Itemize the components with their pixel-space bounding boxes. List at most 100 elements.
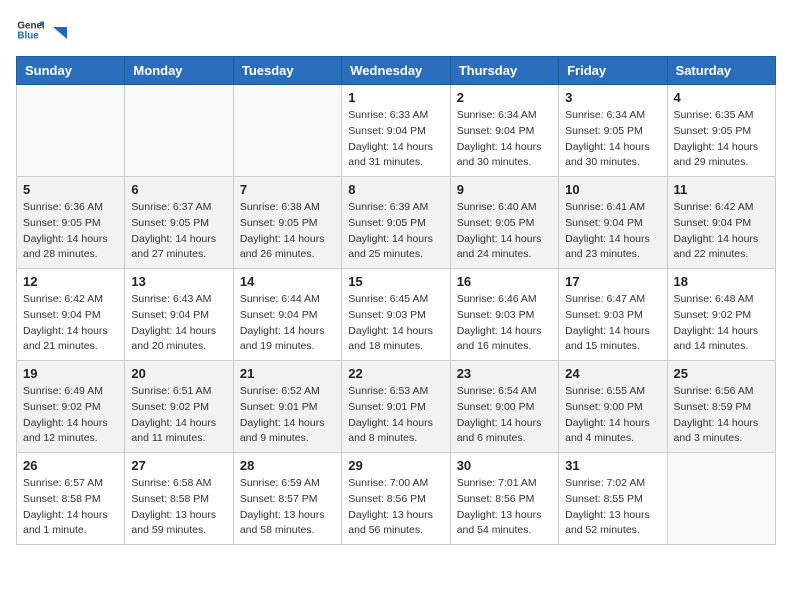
day-of-week-header: Tuesday	[233, 57, 341, 85]
calendar-day-cell: 24 Sunrise: 6:55 AM Sunset: 9:00 PM Dayli…	[559, 361, 667, 453]
calendar-day-cell: 9 Sunrise: 6:40 AM Sunset: 9:05 PM Daylig…	[450, 177, 558, 269]
day-info: Sunrise: 6:38 AM Sunset: 9:05 PM Dayligh…	[240, 200, 335, 263]
day-info: Sunrise: 6:37 AM Sunset: 9:05 PM Dayligh…	[131, 200, 226, 263]
calendar-day-cell: 17 Sunrise: 6:47 AM Sunset: 9:03 PM Dayli…	[559, 269, 667, 361]
day-of-week-header: Sunday	[17, 57, 125, 85]
calendar-day-cell: 23Sunrise: 6:54 AM Sunset: 9:00 PM Dayli…	[450, 361, 558, 453]
day-number: 12	[23, 274, 118, 289]
day-number: 6	[131, 182, 226, 197]
calendar-day-cell: 16 Sunrise: 6:46 AM Sunset: 9:03 PM Dayli…	[450, 269, 558, 361]
calendar-day-cell: 11 Sunrise: 6:42 AM Sunset: 9:04 PM Dayli…	[667, 177, 775, 269]
calendar-header-row: SundayMondayTuesdayWednesdayThursdayFrid…	[17, 57, 776, 85]
calendar-day-cell: 25 Sunrise: 6:56 AM Sunset: 8:59 PM Dayli…	[667, 361, 775, 453]
day-info: Sunrise: 6:47 AM Sunset: 9:03 PM Dayligh…	[565, 292, 660, 355]
calendar-day-cell: 20 Sunrise: 6:51 AM Sunset: 9:02 PM Dayli…	[125, 361, 233, 453]
svg-text:Blue: Blue	[17, 30, 39, 41]
day-info: Sunrise: 6:52 AM Sunset: 9:01 PM Dayligh…	[240, 384, 335, 447]
calendar-day-cell: 29 Sunrise: 7:00 AM Sunset: 8:56 PM Dayli…	[342, 453, 450, 545]
day-info: Sunrise: 6:46 AM Sunset: 9:03 PM Dayligh…	[457, 292, 552, 355]
calendar-day-cell: 28 Sunrise: 6:59 AM Sunset: 8:57 PM Dayli…	[233, 453, 341, 545]
day-info: Sunrise: 6:59 AM Sunset: 8:57 PM Dayligh…	[240, 476, 335, 539]
day-info: Sunrise: 6:53 AM Sunset: 9:01 PM Dayligh…	[348, 384, 443, 447]
day-number: 5	[23, 182, 118, 197]
day-of-week-header: Monday	[125, 57, 233, 85]
day-number: 24	[565, 366, 660, 381]
calendar-day-cell: 31 Sunrise: 7:02 AM Sunset: 8:55 PM Dayli…	[559, 453, 667, 545]
day-number: 28	[240, 458, 335, 473]
day-info: Sunrise: 6:42 AM Sunset: 9:04 PM Dayligh…	[674, 200, 769, 263]
day-number: 13	[131, 274, 226, 289]
day-info: Sunrise: 6:39 AM Sunset: 9:05 PM Dayligh…	[348, 200, 443, 263]
day-number: 11	[674, 182, 769, 197]
day-info: Sunrise: 6:51 AM Sunset: 9:02 PM Dayligh…	[131, 384, 226, 447]
day-info: Sunrise: 6:49 AM Sunset: 9:02 PM Dayligh…	[23, 384, 118, 447]
calendar-day-cell: 1 Sunrise: 6:33 AM Sunset: 9:04 PM Daylig…	[342, 85, 450, 177]
calendar-day-cell: 26 Sunrise: 6:57 AM Sunset: 8:58 PM Dayli…	[17, 453, 125, 545]
day-info: Sunrise: 6:33 AM Sunset: 9:04 PM Dayligh…	[348, 108, 443, 171]
day-number: 21	[240, 366, 335, 381]
calendar-day-cell: 13Sunrise: 6:43 AM Sunset: 9:04 PM Dayli…	[125, 269, 233, 361]
calendar-day-cell: 18Sunrise: 6:48 AM Sunset: 9:02 PM Dayli…	[667, 269, 775, 361]
calendar-week-row: 26 Sunrise: 6:57 AM Sunset: 8:58 PM Dayli…	[17, 453, 776, 545]
day-of-week-header: Saturday	[667, 57, 775, 85]
calendar-day-cell: 3 Sunrise: 6:34 AM Sunset: 9:05 PM Daylig…	[559, 85, 667, 177]
day-number: 1	[348, 90, 443, 105]
day-number: 26	[23, 458, 118, 473]
day-info: Sunrise: 6:35 AM Sunset: 9:05 PM Dayligh…	[674, 108, 769, 171]
day-number: 16	[457, 274, 552, 289]
day-info: Sunrise: 7:01 AM Sunset: 8:56 PM Dayligh…	[457, 476, 552, 539]
calendar-day-cell: 19 Sunrise: 6:49 AM Sunset: 9:02 PM Dayli…	[17, 361, 125, 453]
day-number: 7	[240, 182, 335, 197]
logo: General Blue	[16, 16, 67, 44]
calendar-day-cell	[233, 85, 341, 177]
day-number: 31	[565, 458, 660, 473]
day-number: 25	[674, 366, 769, 381]
day-number: 19	[23, 366, 118, 381]
day-number: 17	[565, 274, 660, 289]
day-number: 27	[131, 458, 226, 473]
day-number: 20	[131, 366, 226, 381]
day-info: Sunrise: 6:56 AM Sunset: 8:59 PM Dayligh…	[674, 384, 769, 447]
day-info: Sunrise: 6:58 AM Sunset: 8:58 PM Dayligh…	[131, 476, 226, 539]
calendar-day-cell: 22 Sunrise: 6:53 AM Sunset: 9:01 PM Dayli…	[342, 361, 450, 453]
calendar-day-cell: 14 Sunrise: 6:44 AM Sunset: 9:04 PM Dayli…	[233, 269, 341, 361]
calendar-day-cell: 12Sunrise: 6:42 AM Sunset: 9:04 PM Dayli…	[17, 269, 125, 361]
day-info: Sunrise: 6:40 AM Sunset: 9:05 PM Dayligh…	[457, 200, 552, 263]
day-info: Sunrise: 6:34 AM Sunset: 9:04 PM Dayligh…	[457, 108, 552, 171]
day-number: 2	[457, 90, 552, 105]
day-number: 22	[348, 366, 443, 381]
calendar-day-cell	[17, 85, 125, 177]
calendar-day-cell: 21 Sunrise: 6:52 AM Sunset: 9:01 PM Dayli…	[233, 361, 341, 453]
day-info: Sunrise: 6:34 AM Sunset: 9:05 PM Dayligh…	[565, 108, 660, 171]
day-number: 8	[348, 182, 443, 197]
day-info: Sunrise: 6:55 AM Sunset: 9:00 PM Dayligh…	[565, 384, 660, 447]
calendar-day-cell: 6 Sunrise: 6:37 AM Sunset: 9:05 PM Daylig…	[125, 177, 233, 269]
day-number: 30	[457, 458, 552, 473]
calendar-day-cell: 5Sunrise: 6:36 AM Sunset: 9:05 PM Daylig…	[17, 177, 125, 269]
logo-triangle-icon	[49, 23, 67, 41]
calendar-day-cell	[667, 453, 775, 545]
calendar-week-row: 5Sunrise: 6:36 AM Sunset: 9:05 PM Daylig…	[17, 177, 776, 269]
day-number: 9	[457, 182, 552, 197]
day-number: 4	[674, 90, 769, 105]
day-number: 15	[348, 274, 443, 289]
day-info: Sunrise: 6:54 AM Sunset: 9:00 PM Dayligh…	[457, 384, 552, 447]
day-info: Sunrise: 7:02 AM Sunset: 8:55 PM Dayligh…	[565, 476, 660, 539]
calendar-day-cell: 27 Sunrise: 6:58 AM Sunset: 8:58 PM Dayli…	[125, 453, 233, 545]
day-number: 10	[565, 182, 660, 197]
calendar-week-row: 1 Sunrise: 6:33 AM Sunset: 9:04 PM Daylig…	[17, 85, 776, 177]
day-info: Sunrise: 6:41 AM Sunset: 9:04 PM Dayligh…	[565, 200, 660, 263]
calendar-week-row: 12Sunrise: 6:42 AM Sunset: 9:04 PM Dayli…	[17, 269, 776, 361]
day-info: Sunrise: 6:57 AM Sunset: 8:58 PM Dayligh…	[23, 476, 118, 539]
calendar-day-cell: 15Sunrise: 6:45 AM Sunset: 9:03 PM Dayli…	[342, 269, 450, 361]
calendar-day-cell: 10 Sunrise: 6:41 AM Sunset: 9:04 PM Dayli…	[559, 177, 667, 269]
page-header: General Blue	[16, 16, 776, 44]
day-of-week-header: Thursday	[450, 57, 558, 85]
day-info: Sunrise: 7:00 AM Sunset: 8:56 PM Dayligh…	[348, 476, 443, 539]
day-number: 14	[240, 274, 335, 289]
day-number: 29	[348, 458, 443, 473]
day-info: Sunrise: 6:44 AM Sunset: 9:04 PM Dayligh…	[240, 292, 335, 355]
day-number: 3	[565, 90, 660, 105]
calendar-day-cell: 8 Sunrise: 6:39 AM Sunset: 9:05 PM Daylig…	[342, 177, 450, 269]
day-of-week-header: Wednesday	[342, 57, 450, 85]
